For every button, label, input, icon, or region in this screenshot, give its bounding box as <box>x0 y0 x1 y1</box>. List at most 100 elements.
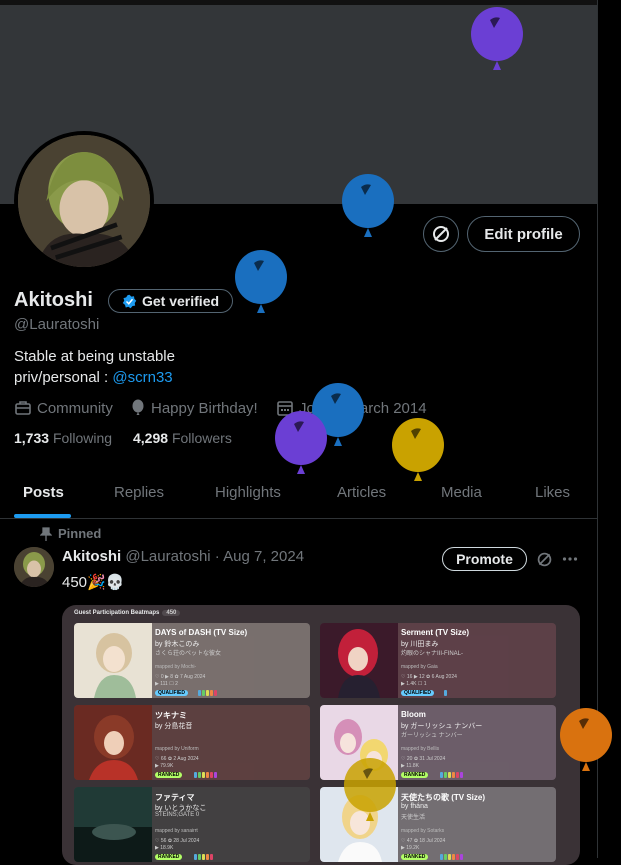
bio-line-2: priv/personal : @scrn33 <box>14 369 173 386</box>
balloon-icon <box>342 174 394 237</box>
tab-media[interactable]: Media <box>441 484 482 501</box>
birthday-text: Happy Birthday! <box>151 399 258 417</box>
beatmap-mapper: mapped by sanairrt <box>155 828 198 834</box>
beatmap-thumbnail <box>74 705 152 780</box>
post-meta[interactable]: @Lauratoshi · Aug 7, 2024 <box>125 548 304 565</box>
tab-likes[interactable]: Likes <box>535 484 570 501</box>
followers-link[interactable]: 4,298 Followers <box>133 430 232 446</box>
beatmap-thumbnail <box>74 787 152 862</box>
post-text: 450🎉💀 <box>62 574 125 591</box>
post-image-card[interactable]: Guest Participation Beatmaps 450 DAYS of … <box>62 605 580 865</box>
difficulty-bars <box>194 854 213 860</box>
beatmap-stats-2: ▶ 1.4K ☐ 1 <box>401 681 427 687</box>
profile-birthday: Happy Birthday! <box>130 399 258 417</box>
beatmap-mapper: mapped by Bellis <box>401 746 440 752</box>
beatmap-title: DAYS of DASH (TV Size) <box>155 628 248 637</box>
bio-line-1: Stable at being unstable <box>14 348 175 365</box>
post-author-avatar[interactable] <box>14 547 54 587</box>
profile-avatar[interactable] <box>14 131 154 271</box>
pin-icon <box>40 526 52 541</box>
beatmap-title: Bloom <box>401 710 426 719</box>
profile-name: Akitoshi <box>14 289 93 311</box>
beatmap-card[interactable]: Serment (TV Size) by 川田まみ 灼眼のシャナIII-FINA… <box>320 623 556 698</box>
beatmap-source: 灼眼のシャナIII-FINAL- <box>401 651 464 657</box>
beatmap-stats-2: ▶ 18.9K <box>155 845 174 851</box>
profile-category: Community <box>14 399 113 417</box>
promote-button[interactable]: Promote <box>442 547 527 571</box>
beatmap-source: 天使生活 <box>401 815 426 821</box>
rotate-avatar-button[interactable] <box>423 216 459 252</box>
beatmap-mapper: mapped by Mochi- <box>155 664 197 670</box>
beatmap-title: Serment (TV Size) <box>401 628 470 637</box>
sync-icon[interactable] <box>536 551 553 568</box>
beatmap-stats-2: ▶ 111 ☐ 2 <box>155 681 178 687</box>
active-tab-indicator <box>14 514 71 518</box>
profile-handle: @Lauratoshi <box>14 316 100 333</box>
balloon-icon <box>392 418 444 481</box>
following-label: Following <box>52 430 113 446</box>
difficulty-bars <box>194 772 217 778</box>
beatmap-title: ファティマ <box>155 793 195 802</box>
followers-label: Followers <box>171 430 232 446</box>
card-count: 450 <box>162 610 181 616</box>
difficulty-bars <box>444 690 447 696</box>
card-title: Guest Participation Beatmaps 450 <box>74 610 181 616</box>
beatmap-stats: ♡ 66 ✿ 2 Aug 2024 <box>155 756 199 762</box>
beatmap-card[interactable]: ツキナミ by 分島花音 mapped by Uniform ♡ 66 ✿ 2 … <box>74 705 310 780</box>
beatmap-stats-2: ▶ 79.9K <box>155 763 174 769</box>
beatmap-mapper: mapped by Sotarks <box>401 828 445 834</box>
sync-icon <box>433 226 449 242</box>
tab-posts[interactable]: Posts <box>23 484 64 501</box>
beatmap-stats: ♡ 16 ▶ 12 ✿ 6 Aug 2024 <box>401 674 457 680</box>
beatmap-title: ツキナミ <box>155 711 187 720</box>
status-badge: QUALIFIED <box>401 690 434 696</box>
beatmap-stats-2: ▶ 11.8K <box>401 763 419 769</box>
followers-count: 4,298 <box>133 430 169 446</box>
balloon-icon <box>344 758 396 821</box>
beatmap-artist: by 分島花音 <box>155 723 193 730</box>
beatmap-stats: ♡ 0 ▶ 8 ✿ 7 Aug 2024 <box>155 674 206 680</box>
beatmap-card[interactable]: ファティマ by いとうかなこ STEINS;GATE 0 mapped by … <box>74 787 310 862</box>
more-options-icon[interactable] <box>562 553 578 565</box>
tab-highlights[interactable]: Highlights <box>215 484 281 501</box>
difficulty-bars <box>440 772 463 778</box>
beatmap-source: ガーリッシュ ナンバー <box>401 733 463 739</box>
status-badge: RANKED <box>401 854 429 860</box>
beatmap-stats: ♡ 20 ✿ 31 Jul 2024 <box>401 756 446 762</box>
beatmap-source: さくら荘のペットな彼女 <box>155 651 222 657</box>
post-author-name[interactable]: Akitoshi <box>62 548 121 565</box>
tab-replies[interactable]: Replies <box>114 484 164 501</box>
beatmap-title: 天使たちの歌 (TV Size) <box>401 793 486 802</box>
beatmap-thumbnail <box>320 623 398 698</box>
beatmap-source: STEINS;GATE 0 <box>155 812 200 818</box>
bio-prefix: priv/personal : <box>14 369 113 386</box>
briefcase-icon <box>15 401 31 415</box>
difficulty-bars <box>198 690 217 696</box>
beatmap-card[interactable]: DAYS of DASH (TV Size) by 鈴木このみ さくら荘のペット… <box>74 623 310 698</box>
balloon-icon <box>275 411 327 474</box>
difficulty-bars <box>440 854 463 860</box>
verified-badge-icon <box>122 294 137 308</box>
edit-profile-button[interactable]: Edit profile <box>467 216 580 252</box>
following-count: 1,733 <box>14 430 50 446</box>
get-verified-label: Get verified <box>142 293 220 309</box>
beatmap-stats-2: ▶ 19.2K <box>401 845 420 851</box>
beatmap-stats: ♡ 56 ✿ 28 Jul 2024 <box>155 838 200 844</box>
status-badge: QUALIFIED <box>155 690 188 696</box>
bio-mention-link[interactable]: @scrn33 <box>112 369 172 386</box>
beatmap-mapper: mapped by Gaia <box>401 664 438 670</box>
beatmap-stats: ♡ 47 ✿ 18 Jul 2024 <box>401 838 446 844</box>
tab-articles[interactable]: Articles <box>337 484 386 501</box>
status-badge: RANKED <box>155 772 183 778</box>
following-link[interactable]: 1,733 Following <box>14 430 112 446</box>
post-header: Akitoshi @Lauratoshi · Aug 7, 2024 <box>62 548 304 565</box>
category-text: Community <box>37 399 113 417</box>
balloon-icon <box>560 708 612 771</box>
balloon-icon <box>235 250 287 313</box>
balloon-icon <box>471 7 523 70</box>
get-verified-button[interactable]: Get verified <box>108 289 233 313</box>
pinned-indicator: Pinned <box>40 526 101 541</box>
beatmap-mapper: mapped by Uniform <box>155 746 199 752</box>
status-badge: RANKED <box>401 772 429 778</box>
balloon-icon <box>132 399 144 415</box>
